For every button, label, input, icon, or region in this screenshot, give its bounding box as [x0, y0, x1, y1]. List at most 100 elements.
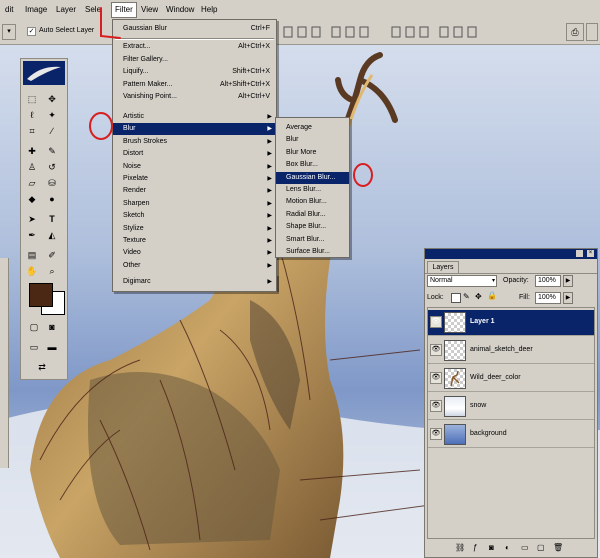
- menu-item-brush-strokes[interactable]: Brush Strokes ▶: [113, 136, 276, 148]
- submenu-item-lens-blur[interactable]: Lens Blur...: [276, 184, 349, 196]
- submenu-item-blur[interactable]: Blur: [276, 134, 349, 146]
- fill-slider-button[interactable]: ▶: [563, 292, 573, 304]
- standard-mode-icon[interactable]: ▢: [27, 321, 41, 334]
- foreground-color-swatch[interactable]: [29, 283, 53, 307]
- menu-item-liquify[interactable]: Liquify... Shift+Ctrl+X: [113, 66, 276, 78]
- eye-icon[interactable]: 👁: [430, 344, 442, 356]
- menu-filter[interactable]: Filter: [111, 2, 137, 18]
- submenu-item-smart-blur[interactable]: Smart Blur...: [276, 234, 349, 246]
- jump-to-imageready-icon[interactable]: ⇄: [35, 361, 49, 374]
- crop-icon[interactable]: ⌗: [25, 125, 39, 138]
- menu-item-other[interactable]: Other ▶: [113, 260, 276, 272]
- submenu-item-radial-blur[interactable]: Radial Blur...: [276, 209, 349, 221]
- healing-brush-icon[interactable]: ✚: [25, 145, 39, 158]
- eye-icon[interactable]: 👁: [430, 428, 442, 440]
- menu-image[interactable]: Image: [22, 3, 50, 17]
- menu-item-vanishing-point[interactable]: Vanishing Point... Alt+Ctrl+V: [113, 91, 276, 103]
- menu-item-sharpen[interactable]: Sharpen ▶: [113, 198, 276, 210]
- dodge-icon[interactable]: ●: [45, 193, 59, 206]
- notes-icon[interactable]: ▤: [25, 249, 39, 262]
- menu-item-extract[interactable]: Extract... Alt+Ctrl+X: [113, 41, 276, 53]
- menu-select[interactable]: Sele: [82, 3, 104, 17]
- submenu-item-box-blur[interactable]: Box Blur...: [276, 159, 349, 171]
- menu-item-filter-gallery[interactable]: Filter Gallery...: [113, 54, 276, 66]
- eraser-icon[interactable]: ▱: [25, 177, 39, 190]
- layer-row[interactable]: 👁 background: [428, 422, 594, 448]
- menu-item-noise[interactable]: Noise ▶: [113, 161, 276, 173]
- lock-transparency-icon[interactable]: [451, 293, 461, 303]
- lock-icon[interactable]: 🔒: [487, 291, 497, 300]
- minimize-button[interactable]: [576, 250, 583, 257]
- submenu-item-average[interactable]: Average: [276, 122, 349, 134]
- marquee-icon[interactable]: ⬚: [25, 93, 39, 106]
- eye-icon[interactable]: 👁: [430, 400, 442, 412]
- delete-layer-icon[interactable]: 🗑: [553, 543, 563, 552]
- full-screen-icon[interactable]: ▬: [45, 341, 59, 354]
- layer-row[interactable]: 👁 snow: [428, 394, 594, 420]
- align-distribute-buttons[interactable]: [280, 24, 600, 42]
- submenu-item-blur-more[interactable]: Blur More: [276, 147, 349, 159]
- menu-item-texture[interactable]: Texture ▶: [113, 235, 276, 247]
- eye-icon[interactable]: 👁: [430, 372, 442, 384]
- new-group-icon[interactable]: ▭: [521, 543, 529, 552]
- eye-icon[interactable]: 👁: [430, 316, 442, 328]
- hand-icon[interactable]: ✋: [25, 265, 39, 278]
- menu-item-video[interactable]: Video ▶: [113, 247, 276, 259]
- path-select-icon[interactable]: ➤: [25, 213, 39, 226]
- menu-edit[interactable]: dit: [2, 3, 16, 17]
- menu-item-render[interactable]: Render ▶: [113, 185, 276, 197]
- menu-item-last-filter[interactable]: Gaussian Blur Ctrl+F: [113, 23, 276, 35]
- lock-pixels-icon[interactable]: ✎: [463, 292, 470, 301]
- adjustment-layer-icon[interactable]: ◐: [505, 543, 510, 552]
- pen-icon[interactable]: ✒: [25, 229, 39, 242]
- eyedropper-icon[interactable]: ✐: [45, 249, 59, 262]
- menu-item-blur[interactable]: Blur ▶: [113, 123, 276, 136]
- history-brush-icon[interactable]: ↺: [45, 161, 59, 174]
- menu-item-pattern-maker[interactable]: Pattern Maker... Alt+Shift+Ctrl+X: [113, 79, 276, 91]
- menu-item-artistic[interactable]: Artistic ▶: [113, 111, 276, 123]
- submenu-item-shape-blur[interactable]: Shape Blur...: [276, 221, 349, 233]
- type-icon[interactable]: T: [45, 213, 59, 226]
- menu-item-digimarc[interactable]: Digimarc ▶: [113, 276, 276, 288]
- lock-position-icon[interactable]: ✥: [475, 292, 482, 301]
- paint-bucket-icon[interactable]: ⛁: [45, 177, 59, 190]
- submenu-item-gaussian-blur[interactable]: Gaussian Blur...: [276, 171, 349, 184]
- shape-icon[interactable]: ◭: [45, 229, 59, 242]
- menu-item-distort[interactable]: Distort ▶: [113, 148, 276, 160]
- new-layer-icon[interactable]: ▢: [537, 543, 545, 552]
- auto-select-checkbox[interactable]: ✓: [27, 27, 36, 36]
- menu-window[interactable]: Window: [163, 3, 197, 17]
- menu-item-stylize[interactable]: Stylize ▶: [113, 223, 276, 235]
- submenu-item-motion-blur[interactable]: Motion Blur...: [276, 196, 349, 208]
- palette-well-icon[interactable]: ⎙: [566, 23, 584, 41]
- layer-row[interactable]: 👁 Layer 1: [428, 310, 594, 336]
- layer-mask-icon[interactable]: ◙: [489, 543, 494, 552]
- menu-view[interactable]: View: [138, 3, 161, 17]
- zoom-icon[interactable]: ⌕: [45, 265, 59, 278]
- slice-icon[interactable]: ∕: [45, 125, 59, 138]
- layer-style-icon[interactable]: ƒ: [473, 543, 477, 552]
- blend-mode-select[interactable]: Normal ▾: [427, 275, 497, 287]
- workspace-button[interactable]: [586, 23, 598, 41]
- quick-mask-icon[interactable]: ◙: [45, 321, 59, 334]
- blur-tool-icon[interactable]: ◆: [25, 193, 39, 206]
- move-icon[interactable]: ✥: [45, 93, 59, 106]
- layer-row[interactable]: 👁 animal_sketch_deer: [428, 338, 594, 364]
- clone-stamp-icon[interactable]: ♙: [25, 161, 39, 174]
- submenu-item-surface-blur[interactable]: Surface Blur...: [276, 246, 349, 258]
- fill-field[interactable]: 100%: [535, 292, 561, 304]
- layer-row[interactable]: 👁 Wild_deer_color: [428, 366, 594, 392]
- brush-icon[interactable]: ✎: [45, 145, 59, 158]
- link-icon[interactable]: ⛓: [455, 543, 465, 552]
- opacity-field[interactable]: 100%: [535, 275, 561, 287]
- close-icon[interactable]: ×: [587, 250, 594, 257]
- menu-layer[interactable]: Layer: [53, 3, 79, 17]
- magic-wand-icon[interactable]: ✦: [45, 109, 59, 122]
- screen-mode-icon[interactable]: ▭: [27, 341, 41, 354]
- menu-help[interactable]: Help: [198, 3, 220, 17]
- tool-preset-dropdown[interactable]: ▾: [2, 24, 16, 40]
- lasso-icon[interactable]: ℓ: [25, 109, 39, 122]
- menu-item-sketch[interactable]: Sketch ▶: [113, 210, 276, 222]
- menu-item-pixelate[interactable]: Pixelate ▶: [113, 173, 276, 185]
- opacity-slider-button[interactable]: ▶: [563, 275, 573, 287]
